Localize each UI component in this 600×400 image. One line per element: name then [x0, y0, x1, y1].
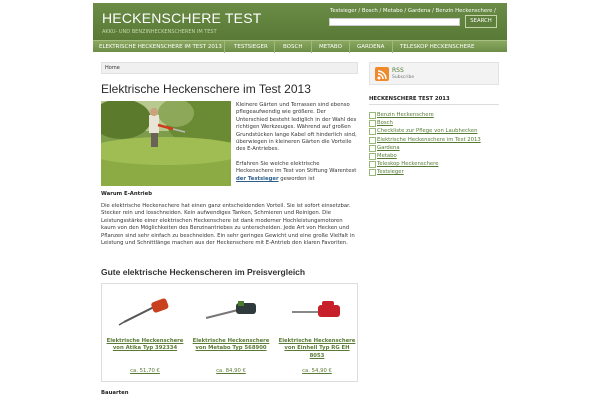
intro-paragraph: Kleinere Gärten und Terrassen sind ebens… [236, 102, 357, 153]
product-title[interactable]: Elektrische Heckenschere von Atika Typ 3… [106, 338, 184, 353]
site-header: HECKENSCHERE TEST AKKU- UND BENZINHECKEN… [93, 3, 507, 40]
hedge-trimming-photo [101, 101, 231, 186]
product-card[interactable]: Elektrische Heckenschere von Metabo Typ … [188, 284, 274, 383]
page-title: Elektrische Heckenschere im Test 2013 [101, 82, 311, 96]
testsieger-link[interactable]: der Testsieger [236, 176, 279, 182]
divider [369, 104, 499, 105]
nav-item-elektrische[interactable]: ELEKTRISCHE HECKENSCHERE IM TEST 2013 [99, 44, 222, 50]
site-title[interactable]: HECKENSCHERE TEST [102, 10, 262, 26]
page-container: HECKENSCHERE TEST AKKU- UND BENZINHECKEN… [93, 3, 507, 400]
subheading-bauarten: Bauarten [101, 390, 129, 396]
product-price[interactable]: ca. 54,90 € [278, 368, 356, 374]
sidebar-item-checkliste[interactable]: Checkliste zur Pflege von Laubhecken [369, 127, 499, 136]
nav-item-bosch[interactable]: BOSCH [283, 44, 302, 50]
nav-item-gardena[interactable]: GARDENA [357, 44, 384, 50]
nav-item-teleskop[interactable]: TELESKOP HECKENSCHERE [400, 44, 474, 50]
testsieger-paragraph: Erfahren Sie welche elektrische Heckensc… [236, 161, 357, 182]
sidebar-item-elektrische[interactable]: Elektrische Heckenschere im Test 2013 [369, 136, 499, 144]
product-card[interactable]: Elektrische Heckenschere von Einhell Typ… [274, 284, 360, 383]
product-title[interactable]: Elektrische Heckenschere von Metabo Typ … [192, 338, 270, 353]
product-title[interactable]: Elektrische Heckenschere von Einhell Typ… [278, 338, 356, 360]
rss-subtitle: Subscribe [392, 75, 415, 80]
sidebar-item-testsieger[interactable]: Testsieger [369, 168, 499, 177]
main-nav: ELEKTRISCHE HECKENSCHERE IM TEST 2013 TE… [93, 40, 507, 53]
hedge-trimmer-image[interactable] [288, 298, 346, 326]
search-button[interactable]: SEARCH [465, 15, 497, 28]
subheading-warum: Warum E-Antrieb [101, 191, 153, 197]
rss-icon[interactable] [375, 67, 389, 81]
sidebar-heading: HECKENSCHERE TEST 2013 [369, 96, 450, 102]
site-description: AKKU- UND BENZINHECKENSCHEREN IM TEST [102, 29, 217, 35]
e-antrieb-paragraph: Die elektrische Heckenschere hat einen g… [101, 203, 355, 247]
hedge-trimmer-image[interactable] [116, 298, 174, 326]
sidebar-list: Benzin Heckenschere Bosch Checkliste zur… [369, 111, 499, 177]
sidebar-item-bosch[interactable]: Bosch [369, 119, 499, 128]
product-price[interactable]: ca. 51,70 € [106, 368, 184, 374]
hedge-trimmer-image[interactable] [202, 298, 260, 326]
nav-item-testsieger[interactable]: TESTSIEGER [234, 44, 268, 50]
sidebar-item-gardena[interactable]: Gardena [369, 144, 499, 152]
sidebar-item-metabo[interactable]: Metabo [369, 152, 499, 161]
sidebar-item-benzin[interactable]: Benzin Heckenschere [369, 111, 499, 120]
rss-box[interactable]: RSS Subscribe [369, 62, 499, 85]
sidebar-item-teleskop[interactable]: Teleskop Heckenschere [369, 160, 499, 169]
price-comparison-box: Elektrische Heckenschere von Atika Typ 3… [101, 283, 358, 382]
product-card[interactable]: Elektrische Heckenschere von Atika Typ 3… [102, 284, 188, 383]
top-links[interactable]: Testsieger / Bosch / Metabo / Gardena / … [330, 8, 496, 14]
breadcrumb[interactable]: Home [101, 62, 358, 74]
rss-title[interactable]: RSS [392, 67, 404, 74]
search-input[interactable] [329, 18, 460, 26]
comparison-heading: Gute elektrische Heckenscheren im Preisv… [101, 267, 306, 277]
product-price[interactable]: ca. 84,90 € [192, 368, 270, 374]
nav-item-metabo[interactable]: METABO [319, 44, 342, 50]
